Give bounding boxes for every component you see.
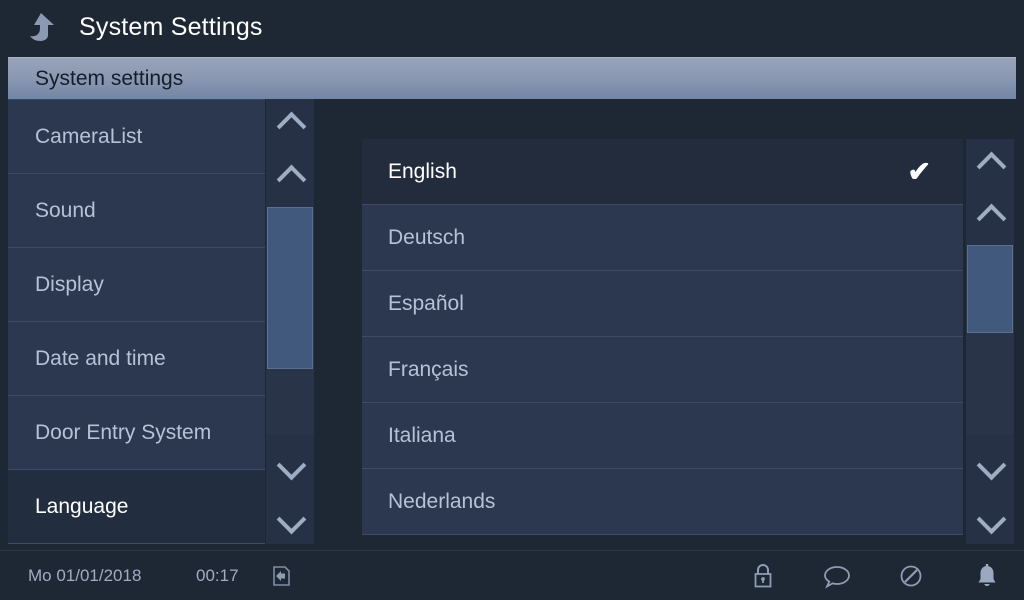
sidebar-item-door-entry-system[interactable]: Door Entry System xyxy=(8,396,265,470)
language-item-label: Deutsch xyxy=(388,225,466,249)
chevron-up-icon xyxy=(976,151,1007,181)
chevron-down-icon xyxy=(976,504,1007,534)
mute-icon[interactable] xyxy=(896,561,926,591)
bell-icon[interactable] xyxy=(972,561,1002,591)
status-date: Mo 01/01/2018 xyxy=(28,566,142,585)
content-area: CameraList Sound Display Date and time D… xyxy=(0,99,1024,550)
sidebar-scrollbar[interactable] xyxy=(266,99,314,544)
chevron-up-icon xyxy=(276,164,307,194)
language-item-deutsch[interactable]: Deutsch xyxy=(362,205,963,271)
chat-bubble-icon[interactable] xyxy=(822,561,852,591)
language-list-scrollbar[interactable] xyxy=(966,139,1014,544)
language-item-label: Français xyxy=(388,357,469,381)
scroll-up-button[interactable] xyxy=(266,99,314,154)
language-item-italiana[interactable]: Italiana xyxy=(362,403,963,469)
system-settings-screen: System Settings System settings CameraLi… xyxy=(0,0,1024,600)
scrollbar-thumb[interactable] xyxy=(967,245,1013,333)
sidebar-item-sound[interactable]: Sound xyxy=(8,174,265,248)
language-item-espanol[interactable]: Español xyxy=(362,271,963,337)
sidebar-item-label: Date and time xyxy=(35,346,166,370)
sidebar-item-language[interactable]: Language xyxy=(8,470,265,544)
scroll-page-up-button[interactable] xyxy=(966,191,1014,246)
chevron-down-icon xyxy=(276,504,307,534)
settings-menu-list: CameraList Sound Display Date and time D… xyxy=(8,99,265,544)
sidebar-item-label: Language xyxy=(35,494,129,518)
page-title: System Settings xyxy=(79,13,263,41)
language-item-label: Español xyxy=(388,291,464,315)
scroll-page-up-button[interactable] xyxy=(266,152,314,207)
lock-icon[interactable] xyxy=(748,561,778,591)
sidebar-item-label: CameraList xyxy=(35,124,143,148)
language-item-francais[interactable]: Français xyxy=(362,337,963,403)
chevron-down-icon xyxy=(976,450,1007,480)
status-bar: Mo 01/01/2018 00:17 xyxy=(0,550,1024,600)
sd-card-icon[interactable] xyxy=(265,561,295,591)
back-arrow-icon[interactable] xyxy=(24,11,60,45)
language-item-label: Nederlands xyxy=(388,489,496,513)
language-item-nederlands[interactable]: Nederlands xyxy=(362,469,963,535)
language-item-label: Italiana xyxy=(388,423,456,447)
scroll-page-down-button[interactable] xyxy=(266,435,314,490)
sidebar-item-date-and-time[interactable]: Date and time xyxy=(8,322,265,396)
checkmark-icon: ✔ xyxy=(907,155,931,187)
title-bar: System Settings xyxy=(0,0,1024,55)
scrollbar-track[interactable] xyxy=(966,245,1014,435)
chevron-down-icon xyxy=(276,450,307,480)
language-list: English ✔ Deutsch Español Français Itali… xyxy=(362,139,963,544)
sidebar-item-label: Door Entry System xyxy=(35,420,212,444)
scrollbar-track[interactable] xyxy=(266,207,314,435)
sidebar-item-label: Display xyxy=(35,272,104,296)
breadcrumb[interactable]: System settings xyxy=(8,57,1016,99)
sidebar-item-label: Sound xyxy=(35,198,96,222)
breadcrumb-label: System settings xyxy=(35,67,184,90)
scrollbar-thumb[interactable] xyxy=(267,207,313,369)
scroll-down-button[interactable] xyxy=(966,489,1014,544)
status-time: 00:17 xyxy=(196,566,239,585)
language-item-english[interactable]: English ✔ xyxy=(362,139,963,205)
chevron-up-icon xyxy=(276,111,307,141)
scroll-up-button[interactable] xyxy=(966,139,1014,194)
sidebar-item-display[interactable]: Display xyxy=(8,248,265,322)
scroll-page-down-button[interactable] xyxy=(966,435,1014,490)
sidebar-item-cameralist[interactable]: CameraList xyxy=(8,100,265,174)
chevron-up-icon xyxy=(976,203,1007,233)
language-item-label: English xyxy=(388,159,457,183)
scroll-down-button[interactable] xyxy=(266,489,314,544)
